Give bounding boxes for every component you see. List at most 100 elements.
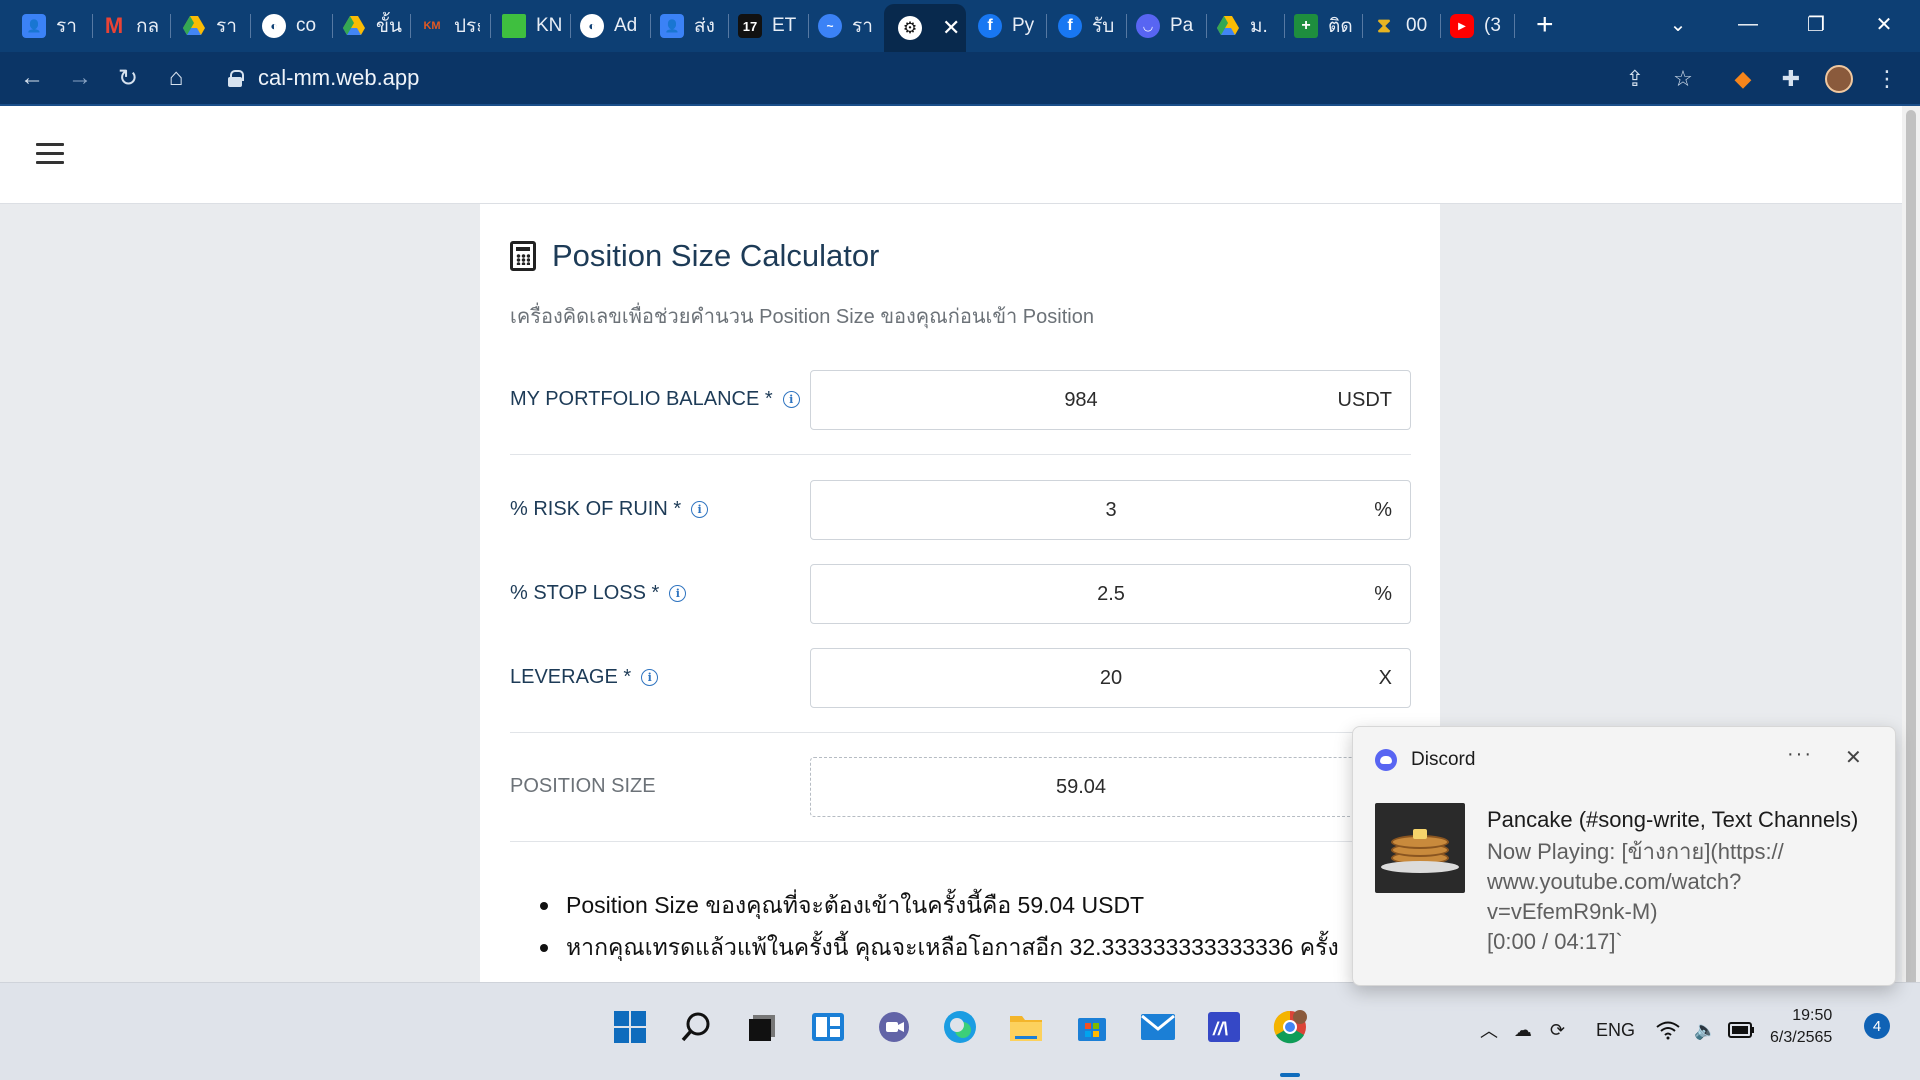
field-unit: X — [1378, 667, 1392, 689]
divider — [510, 732, 1411, 733]
notification-body: Now Playing: [ข้างกาย](https:// www.yout… — [1487, 837, 1867, 957]
position-size-output: 59.04 U — [810, 757, 1411, 817]
browser-tab[interactable]: f Py — [978, 8, 1040, 44]
tab-label: ขั้น — [376, 16, 402, 37]
info-icon[interactable]: i — [782, 391, 800, 408]
new-tab-button[interactable]: + — [1536, 8, 1560, 42]
browser-tab[interactable]: 👤 ส่ง — [660, 8, 720, 44]
discord-icon: ◡ — [1136, 14, 1160, 38]
active-app-indicator — [1280, 1073, 1300, 1077]
info-icon[interactable]: i — [691, 501, 709, 518]
onedrive-icon[interactable]: ☁ — [1514, 1015, 1532, 1045]
browser-tab[interactable]: f รับ — [1058, 8, 1118, 44]
mail-icon[interactable] — [1140, 1009, 1176, 1045]
google-drive-icon — [1216, 14, 1240, 38]
browser-tab[interactable]: ~ รา — [818, 8, 878, 44]
page-scrollbar[interactable] — [1902, 106, 1920, 990]
bookmark-star-icon[interactable]: ☆ — [1668, 64, 1698, 94]
leverage-input[interactable]: 20 X — [810, 648, 1411, 708]
notification-line: www.youtube.com/watch? — [1487, 869, 1742, 894]
profile-avatar[interactable] — [1824, 64, 1854, 94]
risk-of-ruin-input[interactable]: 3 % — [810, 480, 1411, 540]
browser-tab[interactable]: ◐ Ad — [580, 8, 642, 44]
globe-icon: ◐ — [262, 14, 286, 38]
address-bar[interactable]: cal-mm.web.app — [212, 58, 1712, 98]
browser-tab[interactable]: M กล — [102, 8, 162, 44]
close-notification-icon[interactable]: ✕ — [1845, 745, 1862, 770]
notification-center-badge[interactable]: 4 — [1864, 1013, 1890, 1039]
browser-tab[interactable]: 👤 รา — [22, 8, 84, 44]
browser-tab[interactable]: ม. — [1216, 8, 1276, 44]
wifi-icon[interactable] — [1656, 1015, 1680, 1045]
close-tab-icon[interactable]: ✕ — [942, 15, 960, 41]
home-icon[interactable]: ⌂ — [160, 62, 192, 94]
system-clock[interactable]: 19:50 6/3/2565 — [1770, 1005, 1832, 1049]
task-view-icon[interactable] — [744, 1009, 780, 1045]
browser-menu-icon[interactable]: ⋮ — [1872, 64, 1902, 94]
restore-button[interactable]: ❐ — [1798, 6, 1834, 42]
share-icon[interactable]: ⇪ — [1620, 64, 1650, 94]
info-icon[interactable]: i — [641, 669, 659, 686]
browser-tab[interactable]: ▶ (3 — [1450, 8, 1506, 44]
browser-tab[interactable]: KN — [502, 8, 562, 44]
field-value[interactable]: 3 — [841, 481, 1381, 539]
field-label-text: % RISK OF RUIN * — [510, 498, 682, 520]
tab-label: ประ — [454, 16, 480, 37]
browser-tab[interactable]: KM ประ — [420, 8, 480, 44]
volume-icon[interactable]: 🔈 — [1694, 1015, 1716, 1045]
info-icon[interactable]: i — [669, 585, 687, 602]
browser-tab[interactable]: 17 ET — [738, 8, 800, 44]
address-url[interactable]: cal-mm.web.app — [258, 65, 419, 91]
search-icon[interactable] — [678, 1009, 714, 1045]
field-unit: % — [1374, 583, 1392, 605]
browser-tab[interactable]: ขั้น — [342, 8, 402, 44]
tab-label: 00 — [1406, 15, 1428, 36]
sync-icon[interactable]: ⟳ — [1550, 1015, 1565, 1045]
tab-label: Ad — [614, 15, 638, 36]
edge-browser-icon[interactable] — [942, 1009, 978, 1045]
windows-start-icon[interactable] — [612, 1009, 648, 1045]
browser-tab[interactable]: + ติด — [1294, 8, 1354, 44]
chrome-icon[interactable] — [1272, 1009, 1308, 1045]
stop-loss-input[interactable]: 2.5 % — [810, 564, 1411, 624]
metamask-icon[interactable]: ◆ — [1728, 64, 1758, 94]
field-unit: % — [1374, 499, 1392, 521]
calculator-icon — [510, 241, 536, 271]
extensions-icon[interactable]: ✚ — [1776, 64, 1806, 94]
tab-label: co — [296, 15, 317, 36]
discord-notification[interactable]: Discord ··· ✕ Pancake (#song-write, Text… — [1352, 726, 1896, 986]
file-explorer-icon[interactable] — [1008, 1009, 1044, 1045]
browser-tab[interactable]: ◡ Pa — [1136, 8, 1198, 44]
show-hidden-icons-icon[interactable]: ︿ — [1480, 1015, 1498, 1045]
reload-icon[interactable]: ↻ — [112, 62, 144, 94]
minimize-button[interactable]: — — [1730, 6, 1766, 42]
field-unit: USDT — [1337, 389, 1392, 411]
battery-icon[interactable] — [1728, 1015, 1756, 1045]
portfolio-balance-input[interactable]: 984 USDT — [810, 370, 1411, 430]
clock-time: 19:50 — [1792, 1007, 1833, 1024]
forward-icon[interactable]: → — [64, 62, 96, 94]
microsoft-store-icon[interactable] — [1074, 1009, 1110, 1045]
more-options-icon[interactable]: ··· — [1787, 743, 1813, 766]
field-value[interactable]: 984 — [811, 371, 1351, 429]
field-value[interactable]: 20 — [841, 649, 1381, 707]
field-value[interactable]: 2.5 — [841, 565, 1381, 623]
contacts-icon: 👤 — [660, 14, 684, 38]
close-window-button[interactable]: ✕ — [1866, 6, 1902, 42]
language-indicator[interactable]: ENG — [1596, 1015, 1635, 1045]
hamburger-menu-icon[interactable] — [36, 143, 64, 165]
browser-tab-active[interactable]: ⚙ ✕ — [884, 4, 966, 52]
browser-toolbar: ← → ↻ ⌂ cal-mm.web.app ⇪ ☆ ◆ ✚ ⋮ — [0, 52, 1920, 106]
google-drive-icon — [342, 14, 366, 38]
widgets-icon[interactable] — [810, 1009, 846, 1045]
browser-tab[interactable]: ⧗ 00 — [1372, 8, 1432, 44]
svg-text://\: //\ — [1212, 1019, 1228, 1039]
scrollbar-thumb[interactable] — [1906, 110, 1916, 990]
tab-search-icon[interactable]: ⌄ — [1660, 6, 1696, 42]
back-icon[interactable]: ← — [16, 62, 48, 94]
tab-label: รา — [852, 16, 873, 37]
terminal-app-icon[interactable]: //\ — [1206, 1009, 1242, 1045]
browser-tab[interactable]: ◐ co — [262, 8, 324, 44]
teams-chat-icon[interactable] — [876, 1009, 912, 1045]
browser-tab[interactable]: รา — [182, 8, 242, 44]
